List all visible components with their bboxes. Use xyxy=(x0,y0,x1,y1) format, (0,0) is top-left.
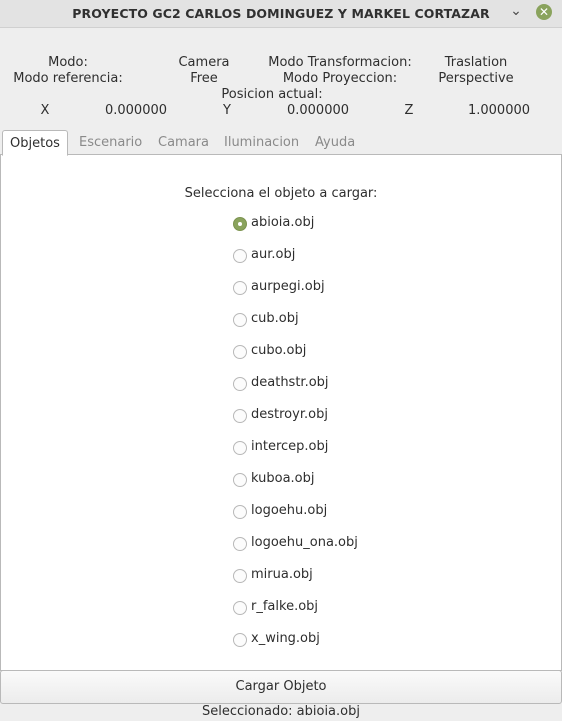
modo-referencia-value: Free xyxy=(190,71,218,86)
close-button[interactable]: ✕ xyxy=(536,4,552,20)
radio-label: x_wing.obj xyxy=(251,631,320,646)
select-prompt: Selecciona el objeto a cargar: xyxy=(184,186,378,201)
radio-label: logoehu_ona.obj xyxy=(251,535,358,550)
tab-ayuda[interactable]: Ayuda xyxy=(315,130,355,154)
radio-button[interactable] xyxy=(233,633,247,647)
tab-objetos[interactable]: Objetos xyxy=(2,130,68,156)
x-value: 0.000000 xyxy=(104,103,168,118)
radio-button[interactable] xyxy=(233,569,247,583)
radio-label: kuboa.obj xyxy=(251,471,315,486)
radio-label: aurpegi.obj xyxy=(251,279,325,294)
minimize-button[interactable]: ⌄ xyxy=(507,3,525,21)
tab-iluminacion[interactable]: Iluminacion xyxy=(224,130,299,154)
close-icon: ✕ xyxy=(538,5,550,19)
tab-bar: Objetos Escenario Camara Iluminacion Ayu… xyxy=(0,130,562,156)
posicion-label: Posicion actual: xyxy=(221,87,323,102)
title-bar: PROYECTO GC2 CARLOS DOMINGUEZ Y MARKEL C… xyxy=(0,0,562,28)
selection-status: Seleccionado: abioia.obj xyxy=(202,704,360,719)
radio-label: cub.obj xyxy=(251,311,299,326)
radio-label: aur.obj xyxy=(251,247,296,262)
z-label: Z xyxy=(404,103,414,118)
modo-label: Modo: xyxy=(48,55,88,70)
radio-label: cubo.obj xyxy=(251,343,307,358)
radio-button[interactable] xyxy=(233,377,247,391)
tab-escenario[interactable]: Escenario xyxy=(79,130,142,154)
cargar-objeto-button[interactable]: Cargar Objeto xyxy=(0,670,562,704)
radio-button[interactable] xyxy=(233,505,247,519)
radio-button[interactable] xyxy=(233,281,247,295)
y-label: Y xyxy=(223,103,231,118)
modo-value: Camera xyxy=(178,55,230,70)
radio-button[interactable] xyxy=(233,313,247,327)
window-title: PROYECTO GC2 CARLOS DOMINGUEZ Y MARKEL C… xyxy=(72,6,490,21)
radio-label: abioia.obj xyxy=(251,215,315,230)
modo-proyeccion-value: Perspective xyxy=(438,71,514,86)
x-label: X xyxy=(40,103,50,118)
chevron-down-icon: ⌄ xyxy=(510,3,522,19)
radio-label: destroyr.obj xyxy=(251,407,328,422)
radio-label: r_falke.obj xyxy=(251,599,319,614)
z-value: 1.000000 xyxy=(467,103,531,118)
radio-label: mirua.obj xyxy=(251,567,313,582)
modo-referencia-label: Modo referencia: xyxy=(13,71,123,86)
radio-label: intercep.obj xyxy=(251,439,329,454)
radio-button[interactable] xyxy=(233,409,247,423)
modo-proyeccion-label: Modo Proyeccion: xyxy=(282,71,398,86)
tab-camara[interactable]: Camara xyxy=(158,130,209,154)
radio-label: logoehu.obj xyxy=(251,503,328,518)
radio-button[interactable] xyxy=(233,473,247,487)
radio-button[interactable] xyxy=(233,601,247,615)
modo-transformacion-label: Modo Transformacion: xyxy=(268,55,412,70)
radio-button[interactable] xyxy=(233,217,247,231)
modo-transformacion-value: Traslation xyxy=(444,55,508,70)
radio-button[interactable] xyxy=(233,249,247,263)
y-value: 0.000000 xyxy=(286,103,350,118)
radio-button[interactable] xyxy=(233,345,247,359)
radio-label: deathstr.obj xyxy=(251,375,329,390)
radio-button[interactable] xyxy=(233,537,247,551)
radio-button[interactable] xyxy=(233,441,247,455)
